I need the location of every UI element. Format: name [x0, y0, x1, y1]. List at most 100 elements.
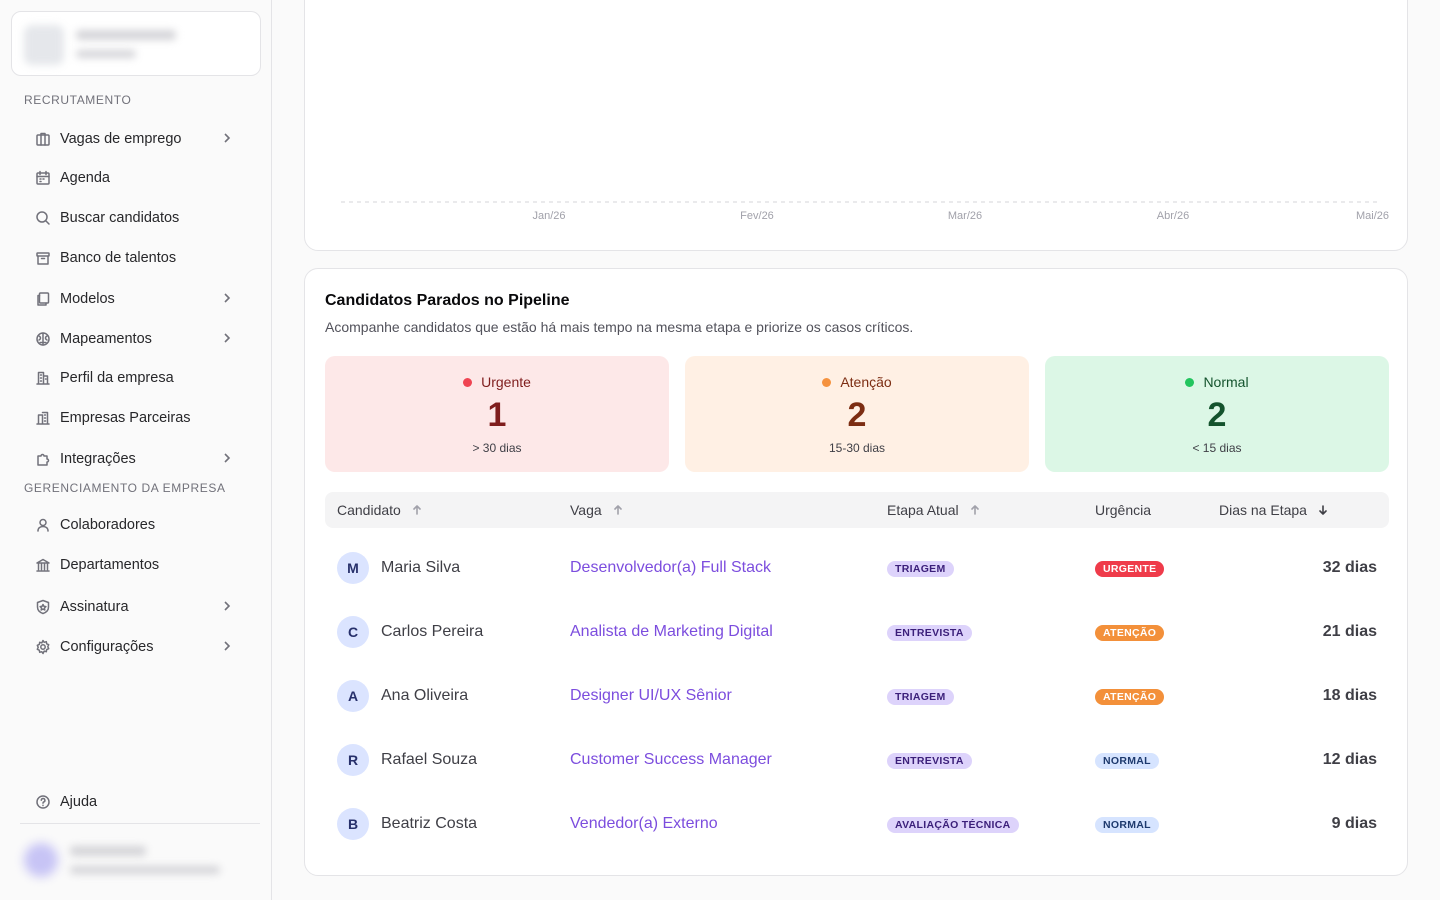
sidebar-item-ajuda[interactable]: Ajuda — [24, 785, 248, 819]
org-switcher[interactable] — [11, 11, 261, 76]
sidebar-item-colaboradores[interactable]: Colaboradores — [24, 508, 248, 542]
stat-desc: 15-30 dias — [828, 441, 886, 455]
column-header-vaga[interactable]: Vaga — [570, 492, 624, 528]
stat-label: Urgente — [481, 374, 531, 390]
user-icon — [34, 516, 52, 534]
candidate-avatar: A — [337, 680, 369, 712]
sidebar-item-label: Ajuda — [60, 794, 98, 810]
sidebar-item-vagas[interactable]: Vagas de emprego — [24, 122, 248, 156]
x-tick-label: Fev/26 — [740, 210, 774, 222]
sidebar-item-banco[interactable]: Banco de talentos — [24, 241, 248, 275]
candidate-name: Ana Oliveira — [381, 687, 469, 704]
stat-value: 2 — [847, 396, 867, 434]
job-link[interactable]: Designer UI/UX Sênior — [570, 664, 732, 728]
job-link[interactable]: Desenvolvedor(a) Full Stack — [570, 536, 771, 600]
urgency-badge: NORMAL — [1095, 817, 1159, 833]
table-row: M Maria Silva Desenvolvedor(a) Full Stac… — [325, 536, 1389, 600]
stat-card-urgente: Urgente 1 > 30 dias — [325, 356, 669, 472]
shield-star-icon — [34, 598, 52, 616]
stage-badge: TRIAGEM — [887, 561, 954, 577]
sidebar-item-mapeamentos[interactable]: Mapeamentos — [24, 322, 248, 356]
stat-label: Atenção — [840, 374, 892, 390]
sidebar-item-label: Departamentos — [60, 557, 160, 573]
column-header-urgencia: Urgência — [1095, 492, 1151, 528]
column-header-dias[interactable]: Dias na Etapa — [1219, 492, 1329, 528]
sidebar-item-label: Assinatura — [60, 599, 129, 615]
days-in-stage: 32 dias — [1322, 559, 1377, 576]
x-tick-label: Mai/26 — [1356, 210, 1389, 222]
x-tick-label: Abr/26 — [1157, 210, 1189, 222]
column-header-label: Etapa Atual — [887, 502, 959, 518]
stat-desc: < 15 dias — [1192, 441, 1242, 455]
sidebar-item-agenda[interactable]: Agenda — [24, 161, 248, 195]
days-in-stage: 12 dias — [1322, 751, 1377, 768]
landmark-icon — [34, 556, 52, 574]
sidebar-item-integracoes[interactable]: Integrações — [24, 442, 248, 476]
days-in-stage: 18 dias — [1322, 687, 1377, 704]
candidate-avatar: C — [337, 616, 369, 648]
stat-desc: > 30 dias — [472, 441, 522, 455]
column-header-label: Dias na Etapa — [1219, 502, 1307, 518]
sidebar-item-label: Banco de talentos — [60, 250, 177, 266]
archive-icon — [34, 249, 52, 267]
search-icon — [34, 209, 52, 227]
chevron-right-icon — [220, 331, 236, 347]
chart-card: Jan/26 Fev/26 Mar/26 Abr/26 Mai/26 — [304, 0, 1408, 251]
job-link[interactable]: Analista de Marketing Digital — [570, 600, 773, 664]
status-dot — [463, 377, 473, 387]
help-circle-icon — [34, 793, 52, 811]
column-header-label: Urgência — [1095, 502, 1152, 518]
stat-value: 1 — [487, 396, 507, 434]
chevron-right-icon — [220, 291, 236, 307]
sort-arrow-up-icon — [413, 505, 421, 515]
chevron-right-icon — [220, 599, 236, 615]
user-name-blurred — [70, 846, 146, 856]
pipeline-card: Candidatos Parados no Pipeline Acompanhe… — [304, 268, 1408, 876]
stage-badge: AVALIAÇÃO TÉCNICA — [887, 817, 1019, 833]
days-in-stage: 9 dias — [1331, 815, 1377, 832]
building-icon — [34, 369, 52, 387]
job-link[interactable]: Vendedor(a) Externo — [570, 792, 718, 856]
table-row: A Ana Oliveira Designer UI/UX Sênior TRI… — [325, 664, 1389, 728]
candidate-name: Maria Silva — [381, 559, 461, 576]
sidebar-item-label: Vagas de emprego — [60, 131, 182, 147]
sidebar-item-label: Mapeamentos — [60, 331, 152, 347]
sidebar-item-label: Agenda — [60, 170, 110, 186]
job-link[interactable]: Customer Success Manager — [570, 728, 772, 792]
days-in-stage: 21 dias — [1322, 623, 1377, 640]
candidate-avatar: M — [337, 552, 369, 584]
org-name-blurred — [76, 30, 176, 40]
section-label-gerenciamento: GERENCIAMENTO DA EMPRESA — [24, 481, 226, 495]
status-dot — [1185, 377, 1195, 387]
user-avatar[interactable] — [24, 843, 58, 877]
column-header-etapa[interactable]: Etapa Atual — [887, 492, 981, 528]
stat-card-normal: Normal 2 < 15 dias — [1045, 356, 1389, 472]
sidebar-item-configuracoes[interactable]: Configurações — [24, 630, 248, 664]
urgency-badge: ATENÇÃO — [1095, 625, 1165, 641]
sidebar-item-departamentos[interactable]: Departamentos — [24, 548, 248, 582]
stat-label: Normal — [1203, 374, 1249, 390]
x-tick-label: Jan/26 — [532, 210, 565, 222]
sidebar-item-modelos[interactable]: Modelos — [24, 282, 248, 316]
table-row: C Carlos Pereira Analista de Marketing D… — [325, 600, 1389, 664]
stat-value: 2 — [1207, 396, 1227, 434]
timeline-chart: Jan/26 Fev/26 Mar/26 Abr/26 Mai/26 — [341, 201, 1389, 222]
column-header-candidato[interactable]: Candidato — [337, 492, 423, 528]
urgency-badge: URGENTE — [1095, 561, 1165, 577]
x-tick-label: Mar/26 — [948, 210, 982, 222]
user-email-blurred — [70, 866, 220, 874]
brain-icon — [34, 330, 52, 348]
sort-arrow-down-icon — [1319, 505, 1327, 515]
sidebar-item-label: Buscar candidatos — [60, 210, 180, 226]
sidebar-item-perfil[interactable]: Perfil da empresa — [24, 361, 248, 395]
sidebar-item-parceiras[interactable]: Empresas Parceiras — [24, 401, 248, 435]
sidebar-item-assinatura[interactable]: Assinatura — [24, 590, 248, 624]
urgency-badge: NORMAL — [1095, 753, 1159, 769]
column-header-label: Candidato — [337, 502, 401, 518]
sidebar-item-label: Configurações — [60, 639, 154, 655]
stage-badge: ENTREVISTA — [887, 625, 972, 641]
buildings-icon — [34, 409, 52, 427]
sidebar-item-buscar[interactable]: Buscar candidatos — [24, 201, 248, 235]
briefcase-icon — [34, 130, 52, 148]
sidebar-item-label: Colaboradores — [60, 517, 156, 533]
